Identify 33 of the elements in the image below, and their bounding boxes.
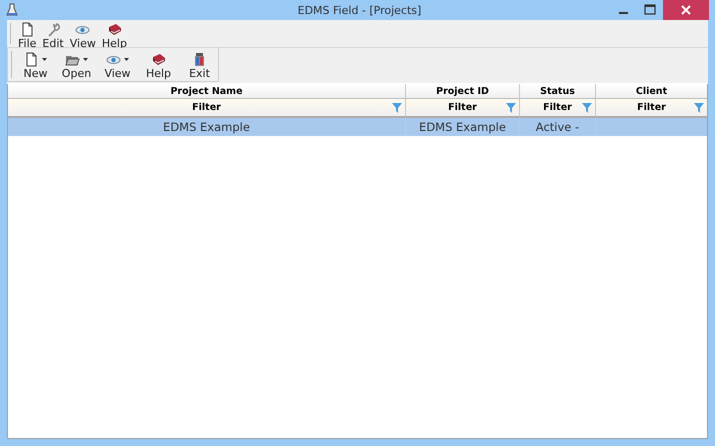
table-cell: EDMS Example	[163, 120, 250, 134]
column-header[interactable]: Project Name	[8, 84, 406, 99]
menu-item[interactable]: Help	[98, 20, 130, 47]
toolbar-button[interactable]: New	[15, 48, 56, 81]
book-icon	[151, 52, 166, 67]
toolbar-button[interactable]: Help	[138, 48, 179, 81]
table-cell: EDMS Example	[419, 120, 506, 134]
filter-label: Filter	[543, 102, 572, 113]
filter-icon[interactable]	[582, 103, 592, 113]
exit-icon	[192, 52, 207, 67]
menu-item[interactable]: File	[15, 20, 40, 47]
table-cell: Active -	[536, 120, 580, 134]
filter-icon[interactable]	[392, 103, 402, 113]
close-icon[interactable]	[663, 0, 709, 20]
toolbar-button[interactable]: View	[97, 48, 138, 81]
filter-label: Filter	[448, 102, 477, 113]
flask-icon	[6, 3, 18, 17]
document-icon	[24, 52, 39, 67]
window-title: EDMS Field - [Projects]	[296, 4, 422, 16]
table-row[interactable]: EDMS Example EDMS Example Active -	[8, 118, 707, 136]
column-header[interactable]: Client	[596, 84, 707, 99]
menu-item[interactable]: Edit	[39, 20, 67, 47]
filter-label: Filter	[637, 102, 666, 113]
wrench-icon	[46, 22, 61, 37]
column-header[interactable]: Project ID	[406, 84, 520, 99]
filter-icon[interactable]	[506, 103, 516, 113]
toolbar-button[interactable]: Exit	[179, 48, 220, 81]
column-header[interactable]: Status	[520, 84, 596, 99]
filter-icon[interactable]	[694, 103, 704, 113]
menu-item[interactable]: View	[66, 20, 99, 47]
document-icon	[20, 22, 35, 37]
filter-label: Filter	[192, 102, 221, 113]
toolbar-button[interactable]: Open	[56, 48, 97, 81]
